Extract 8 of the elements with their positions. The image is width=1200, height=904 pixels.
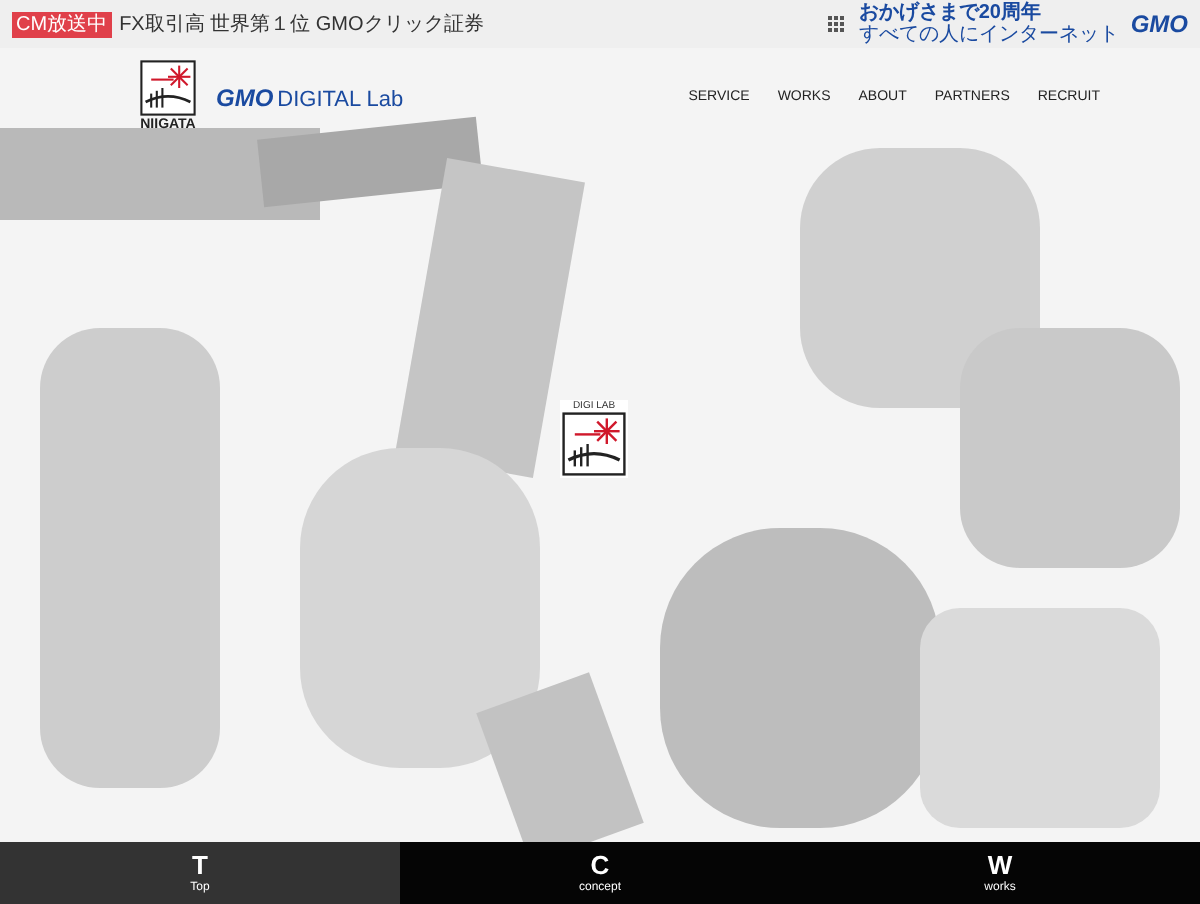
gmo-logo[interactable]: GMO	[1130, 6, 1188, 42]
grid-icon[interactable]	[828, 15, 847, 33]
anniversary-text: おかげさまで20周年	[858, 2, 1043, 24]
tagline-text: すべての人にインターネット	[858, 24, 1119, 46]
brand-logo[interactable]: GMO DIGITAL Lab	[216, 80, 404, 117]
ad-link[interactable]: FX取引高 世界第１位 GMOクリック証券	[119, 9, 484, 39]
cm-badge: CM放送中	[12, 11, 112, 37]
niigata-emblem-icon	[140, 60, 196, 116]
